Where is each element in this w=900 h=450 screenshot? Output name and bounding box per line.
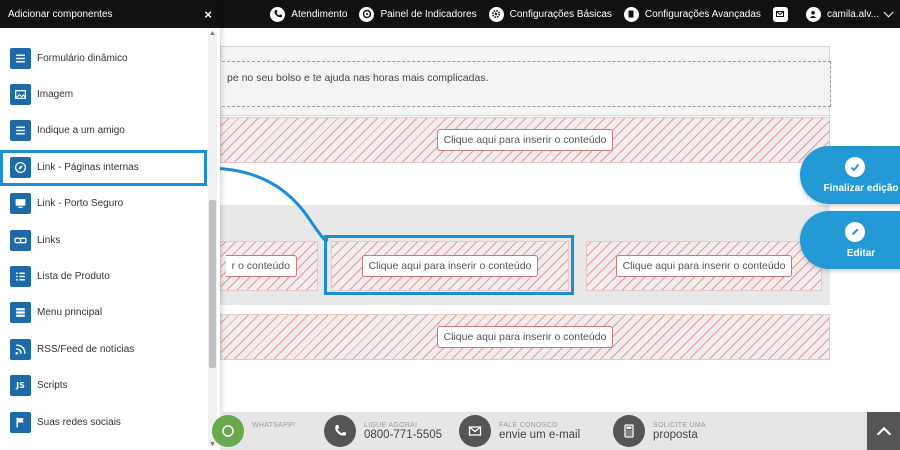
- component-item-formulario[interactable]: Formulário dinâmico: [0, 40, 206, 76]
- component-item-menu[interactable]: Menu principal: [0, 295, 206, 331]
- phone-icon: [324, 415, 356, 447]
- nav-config-avancadas[interactable]: Configurações Avançadas: [623, 6, 761, 22]
- rss-icon: [10, 338, 31, 360]
- user-name: camila.alv...: [826, 8, 879, 20]
- footer-value: proposta: [653, 428, 698, 441]
- component-item-link-porto[interactable]: Link - Porto Seguro: [0, 186, 206, 222]
- form-icon: [10, 47, 31, 69]
- nav-mail[interactable]: [772, 6, 794, 22]
- footer-contact[interactable]: FALE CONOSCO envie um e-mail: [459, 412, 580, 450]
- component-item-label: Scripts: [37, 380, 68, 392]
- scrollbar-thumb[interactable]: [209, 200, 216, 368]
- empty-slot-col-3[interactable]: Clique aqui para inserir o conteúdo: [586, 241, 822, 291]
- component-item-label: Formulário dinâmico: [37, 52, 128, 64]
- footer-caption: FALE CONOSCO: [499, 421, 558, 429]
- chevron-down-icon: [883, 7, 894, 17]
- js-icon: JS: [10, 375, 31, 397]
- empty-slot-col-1[interactable]: r o conteúdo: [220, 241, 318, 291]
- nav-config-basicas-label: Configurações Básicas: [509, 8, 612, 20]
- whatsapp-icon: [212, 415, 244, 447]
- nav-atendimento[interactable]: Atendimento: [270, 6, 348, 22]
- footer-caption: WHATSAPP!: [252, 421, 296, 429]
- drop-target-highlight: [324, 235, 574, 295]
- list-icon: [10, 266, 31, 288]
- component-item-label: Imagem: [37, 89, 74, 101]
- edit-button[interactable]: Editar: [800, 211, 900, 269]
- dashboard-icon: [359, 6, 375, 22]
- nav-config-avancadas-label: Configurações Avançadas: [644, 8, 761, 20]
- component-item-label: RSS/Feed de notícias: [37, 343, 135, 355]
- chevron-up-icon: [876, 426, 891, 441]
- page-canvas: pe no seu bolso e te ajuda nas horas mai…: [217, 28, 900, 412]
- empty-slot-1[interactable]: Clique aqui para inserir o conteúdo: [220, 117, 830, 163]
- monitor-icon: [10, 193, 31, 215]
- insert-content-button[interactable]: Clique aqui para inserir o conteúdo: [436, 326, 614, 348]
- footer-caption: LIGUE AGORA!: [364, 421, 418, 429]
- footer-value: 0800-771-5505: [364, 428, 443, 441]
- component-item-imagem[interactable]: Imagem: [0, 76, 206, 112]
- component-item-label: Lista de Produto: [37, 271, 110, 283]
- scroll-up-icon[interactable]: ▲: [209, 30, 216, 37]
- calculator-icon: [613, 415, 645, 447]
- footer-caption: SOLICITE UMA: [653, 421, 706, 429]
- scroll-to-top-button[interactable]: [867, 412, 900, 450]
- menu-icon: [10, 302, 31, 324]
- top-nav: Atendimento Painel de Indicadores Config…: [258, 0, 894, 28]
- component-item-indique[interactable]: Indique a um amigo: [0, 113, 206, 149]
- flag-icon: [10, 411, 31, 433]
- nav-painel[interactable]: Painel de Indicadores: [359, 6, 477, 22]
- component-item-redes-sociais[interactable]: Suas redes sociais: [0, 404, 206, 440]
- form-icon: [10, 120, 31, 142]
- mail-icon: [772, 6, 788, 22]
- edit-label: Editar: [846, 247, 876, 259]
- component-item-scripts[interactable]: JS Scripts: [0, 368, 206, 404]
- empty-slot-3[interactable]: Clique aqui para inserir o conteúdo: [220, 314, 830, 360]
- sidebar-scrollbar[interactable]: ▲ ▼: [208, 30, 217, 448]
- phone-icon: [270, 6, 286, 22]
- nav-config-basicas[interactable]: Configurações Básicas: [488, 6, 612, 22]
- footer-quote[interactable]: SOLICITE UMA proposta: [613, 412, 706, 450]
- check-icon: [845, 156, 865, 177]
- component-item-links[interactable]: Links: [0, 222, 206, 258]
- finish-editing-button[interactable]: Finalizar edição: [800, 146, 900, 204]
- contact-footer: WHATSAPP! LIGUE AGORA! 0800-771-5505 FALE…: [212, 412, 900, 450]
- mail-icon: [459, 415, 491, 447]
- component-item-label: Indique a um amigo: [37, 125, 125, 137]
- document-gear-icon: [623, 6, 639, 22]
- sidebar-header: Adicionar componentes ×: [0, 0, 220, 28]
- text-component-content: pe no seu bolso e te ajuda nas horas mai…: [227, 72, 489, 84]
- nav-painel-label: Painel de Indicadores: [380, 8, 477, 20]
- footer-whatsapp[interactable]: WHATSAPP!: [212, 412, 295, 450]
- component-item-rss[interactable]: RSS/Feed de notícias: [0, 331, 206, 367]
- text-component-inner: pe no seu bolso e te ajuda nas horas mai…: [217, 61, 831, 107]
- footer-value: envie um e-mail: [499, 428, 581, 441]
- insert-content-button[interactable]: r o conteúdo: [225, 255, 297, 277]
- component-item-label: Suas redes sociais: [37, 416, 121, 428]
- close-icon[interactable]: ×: [204, 7, 212, 22]
- component-list: Formulário dinâmico Imagem Indique a um …: [0, 40, 206, 440]
- footer-call[interactable]: LIGUE AGORA! 0800-771-5505: [324, 412, 442, 450]
- nav-atendimento-label: Atendimento: [291, 8, 348, 20]
- pencil-icon: [845, 221, 865, 242]
- user-menu[interactable]: camila.alv...: [805, 6, 894, 22]
- components-sidebar: Adicionar componentes × Formulário dinâm…: [0, 0, 220, 450]
- link-icon: [10, 229, 31, 251]
- finish-editing-label: Finalizar edição: [823, 182, 899, 194]
- insert-content-button[interactable]: Clique aqui para inserir o conteúdo: [615, 255, 793, 277]
- sidebar-title: Adicionar componentes: [8, 8, 113, 20]
- selected-component-highlight: [0, 150, 207, 186]
- avatar: [805, 6, 821, 22]
- component-item-label: Menu principal: [37, 307, 103, 319]
- component-item-lista-produto[interactable]: Lista de Produto: [0, 258, 206, 294]
- insert-content-button[interactable]: Clique aqui para inserir o conteúdo: [436, 129, 614, 151]
- gear-icon: [488, 6, 504, 22]
- component-item-label: Link - Porto Seguro: [37, 198, 124, 210]
- image-icon: [10, 84, 31, 106]
- text-component[interactable]: pe no seu bolso e te ajuda nas horas mai…: [217, 46, 831, 116]
- component-item-label: Links: [37, 234, 61, 246]
